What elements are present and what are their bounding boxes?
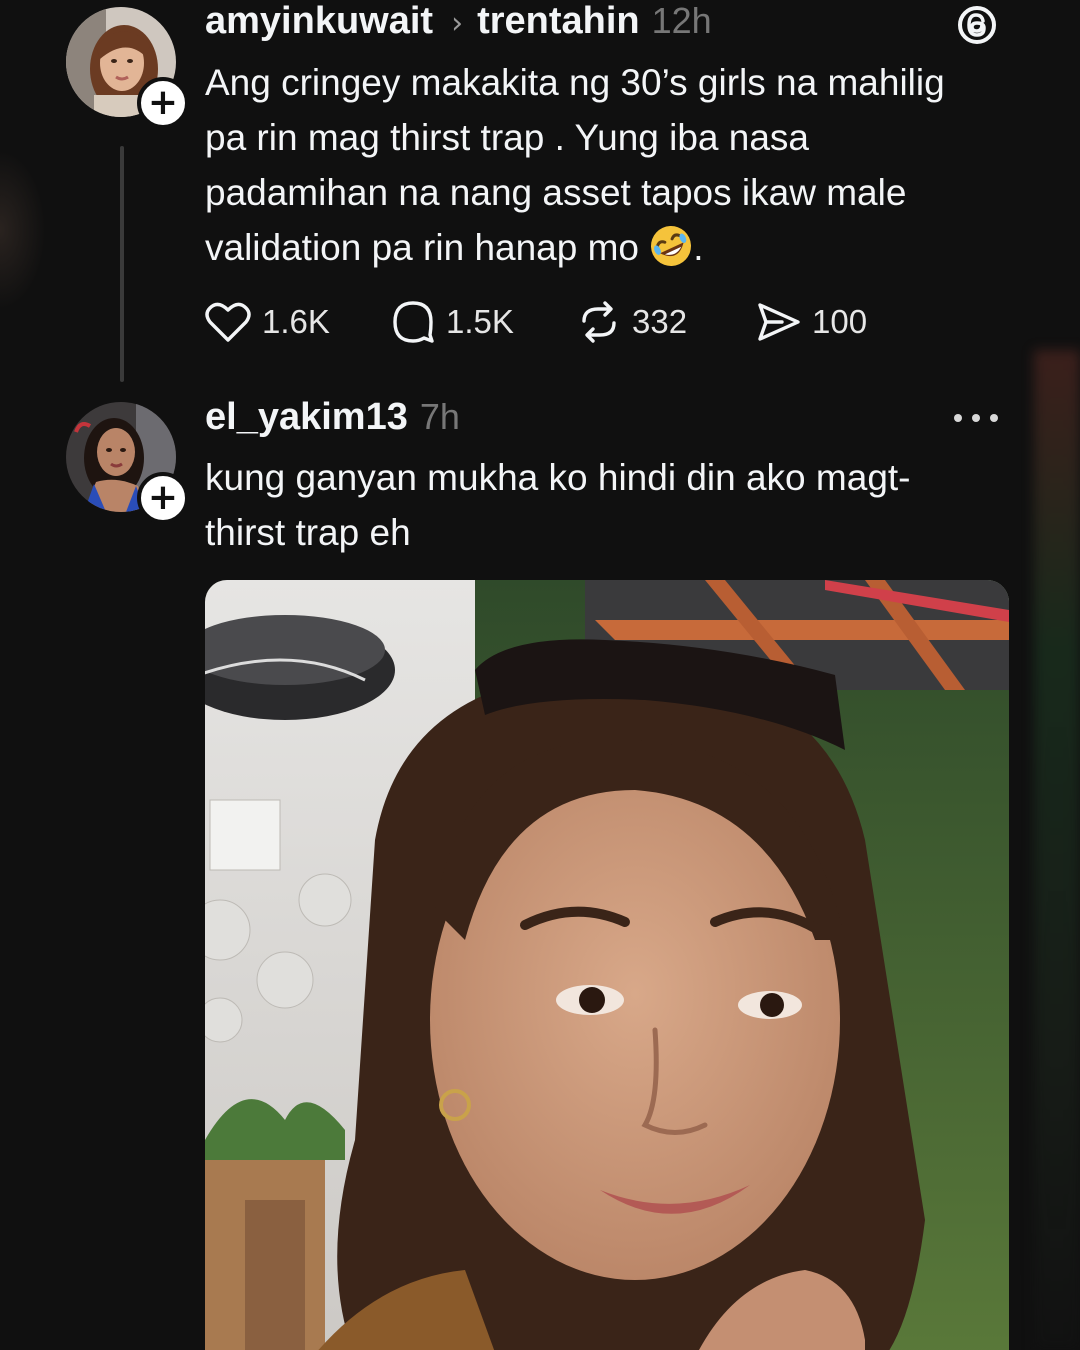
send-icon bbox=[758, 303, 800, 341]
repost-count: 332 bbox=[632, 303, 688, 340]
comment-bubble-icon bbox=[393, 301, 434, 343]
post-header: amyinkuwait › trentahin 12h bbox=[205, 0, 712, 43]
edge-glow bbox=[1034, 350, 1080, 1350]
heart-icon bbox=[205, 302, 251, 342]
username-link[interactable]: amyinkuwait bbox=[205, 0, 433, 43]
reply-timestamp: 7h bbox=[419, 396, 460, 437]
reply-button[interactable]: 1.5K bbox=[390, 296, 514, 348]
post-text-end: . bbox=[693, 227, 704, 268]
reply-to-username-link[interactable]: trentahin bbox=[477, 0, 640, 43]
edge-glow bbox=[0, 150, 46, 310]
rolling-on-the-floor-laughing-emoji-icon bbox=[651, 226, 692, 266]
threads-logo-icon[interactable] bbox=[956, 4, 998, 46]
post-text-main: Ang cringey makakita ng 30’s girls na ma… bbox=[205, 62, 945, 268]
more-options-icon[interactable] bbox=[954, 404, 998, 432]
reply-chevron-icon: › bbox=[451, 6, 464, 41]
like-count: 1.6K bbox=[262, 303, 330, 340]
reply-body-text: kung ganyan mukha ko hindi din ako magt-… bbox=[205, 457, 911, 553]
thread-connector-line bbox=[120, 146, 124, 382]
share-count: 100 bbox=[812, 303, 868, 340]
plus-icon: + bbox=[147, 477, 179, 518]
repost-button[interactable]: 332 bbox=[576, 296, 687, 348]
post-timestamp: 12h bbox=[651, 0, 712, 41]
follow-plus-button[interactable]: + bbox=[137, 472, 189, 524]
reply-media-image[interactable] bbox=[205, 580, 1009, 1350]
like-button[interactable]: 1.6K bbox=[204, 296, 330, 348]
share-button[interactable]: 100 bbox=[756, 296, 867, 348]
username-link[interactable]: el_yakim13 bbox=[205, 396, 408, 439]
threads-screen: + amyinkuwait › trentahin 12h Ang cringe… bbox=[0, 0, 1080, 1350]
repost-icon bbox=[582, 301, 616, 343]
post-body-text: Ang cringey makakita ng 30’s girls na ma… bbox=[205, 55, 1025, 275]
reply-header: el_yakim13 7h bbox=[205, 396, 460, 439]
follow-plus-button[interactable]: + bbox=[137, 77, 189, 129]
selfie-photo bbox=[205, 580, 1009, 1350]
plus-icon: + bbox=[147, 82, 179, 123]
reply-count: 1.5K bbox=[446, 303, 514, 340]
